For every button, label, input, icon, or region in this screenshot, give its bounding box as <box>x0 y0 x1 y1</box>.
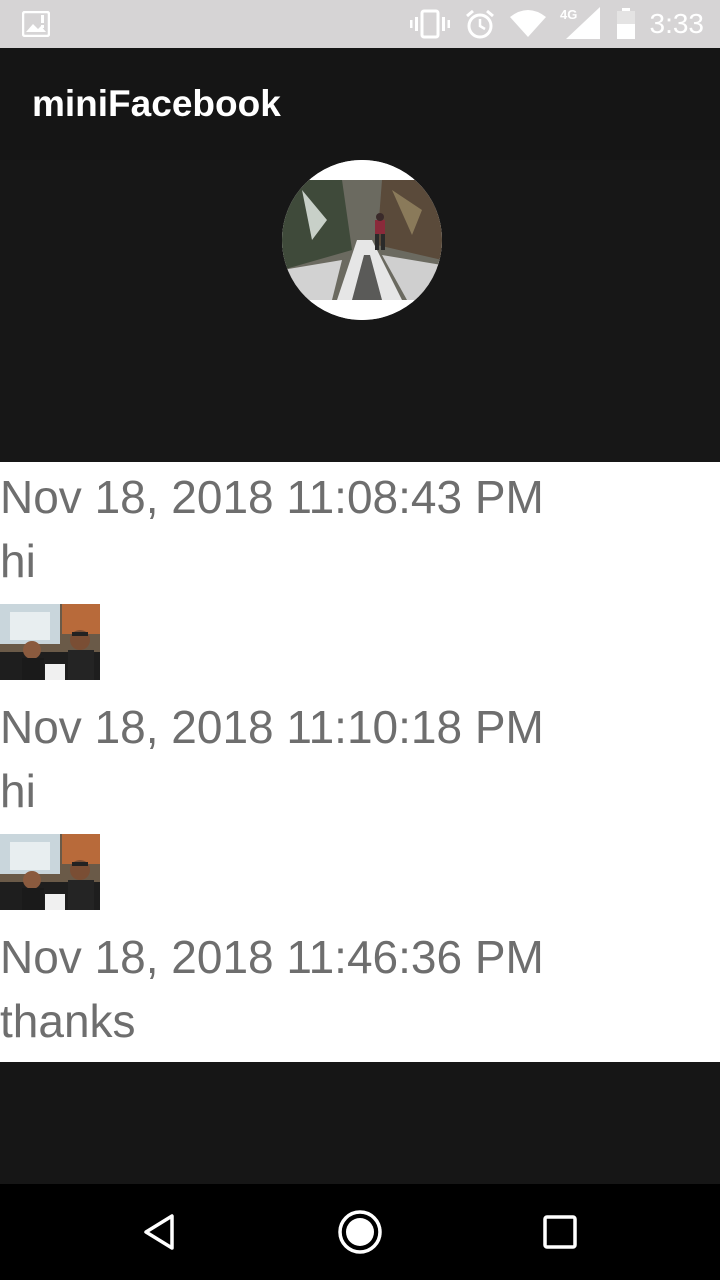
app-bar: miniFacebook <box>0 48 720 160</box>
profile-avatar[interactable] <box>282 160 442 320</box>
post-text: hi <box>0 535 36 587</box>
system-nav-bar <box>0 1184 720 1280</box>
post-text: hi <box>0 765 36 817</box>
vibrate-icon <box>410 0 450 48</box>
cellular-signal-icon: 4G <box>558 0 604 48</box>
selfie-photo-image <box>0 604 100 680</box>
bottom-empty-area <box>0 1062 720 1184</box>
profile-header <box>0 160 720 462</box>
post-timestamp: Nov 18, 2018 11:08:43 PM <box>0 471 544 523</box>
post-timestamp: Nov 18, 2018 11:10:18 PM <box>0 701 544 753</box>
post-timestamp: Nov 18, 2018 11:46:36 PM <box>0 931 544 983</box>
selfie-photo-image <box>0 834 100 910</box>
network-type-label: 4G <box>560 7 577 22</box>
post-text: thanks <box>0 995 136 1047</box>
battery-icon <box>612 0 640 48</box>
post-thumbnail[interactable] <box>0 604 100 680</box>
home-icon[interactable] <box>312 1184 408 1280</box>
alarm-icon <box>462 0 498 48</box>
wifi-icon <box>508 0 548 48</box>
app-title: miniFacebook <box>32 83 281 124</box>
profile-photo-image <box>282 160 442 320</box>
post-thumbnail[interactable] <box>0 834 100 910</box>
post-feed: Nov 18, 2018 11:08:43 PM hi Nov 18, 2018… <box>0 462 720 1062</box>
status-bar: 4G 3:33 <box>0 0 720 48</box>
recents-icon[interactable] <box>512 1184 608 1280</box>
back-icon[interactable] <box>112 1184 208 1280</box>
image-notification-icon <box>20 0 52 48</box>
status-time: 3:33 <box>649 8 705 39</box>
